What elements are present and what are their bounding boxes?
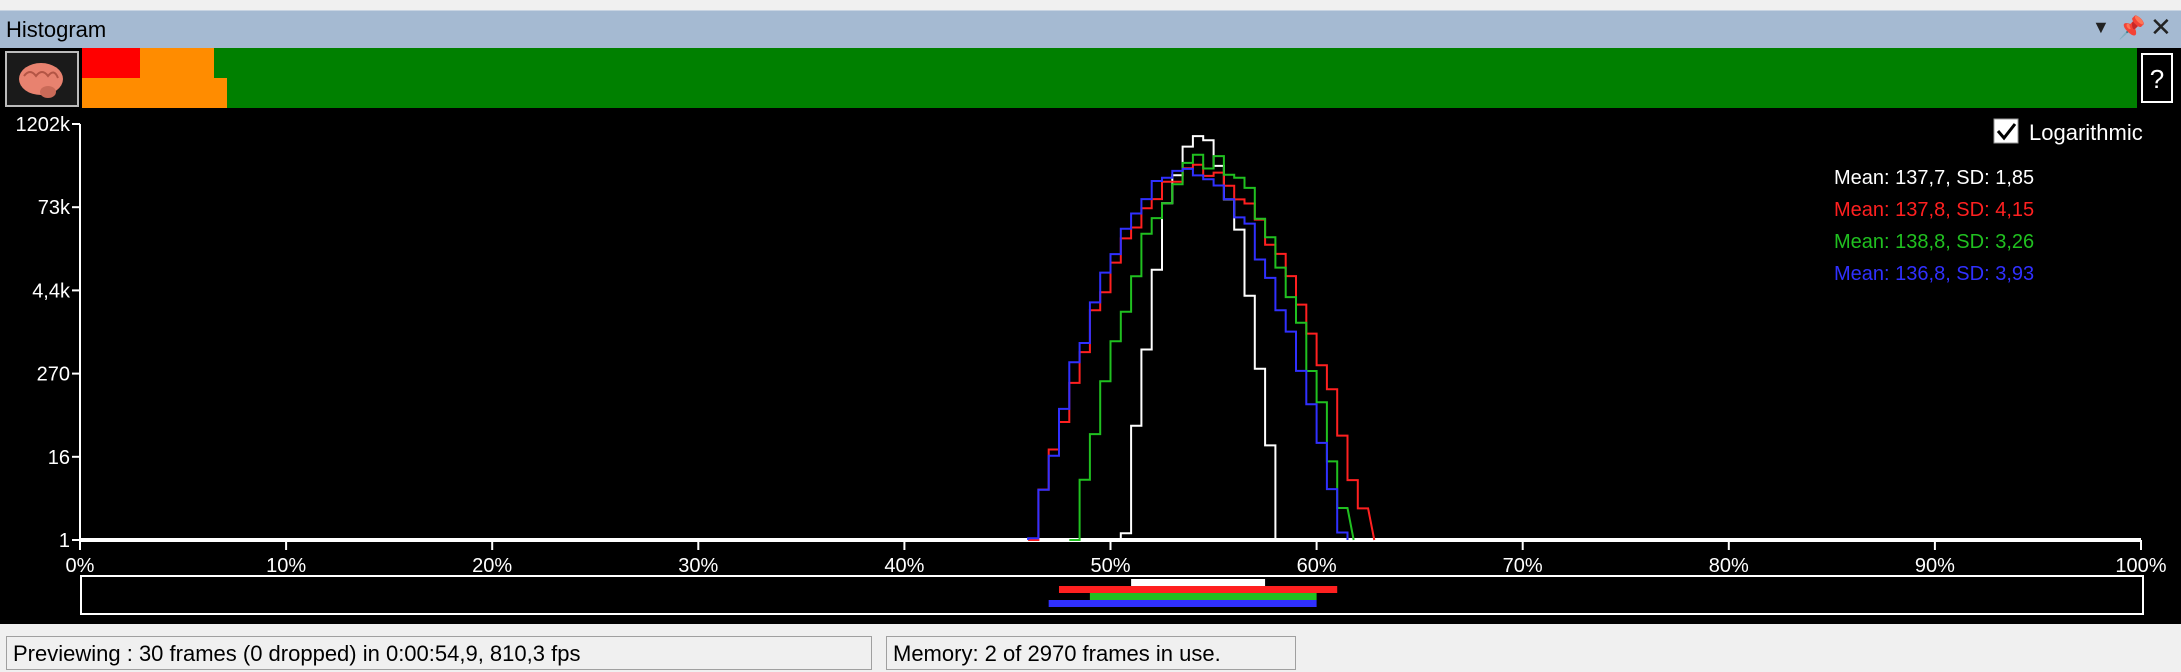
x-tick-label: 20% [472,555,512,577]
brain-icon[interactable] [5,51,79,107]
pin-icon[interactable]: 📌 [2118,15,2145,41]
x-tick-label: 10% [266,555,306,577]
y-tick-label: 16 [48,447,70,469]
x-tick-label: 0% [66,555,95,577]
logarithmic-label: Logarithmic [2029,120,2143,145]
histogram-series-0 [1119,135,1286,541]
range-box [80,575,2144,615]
help-button[interactable]: ? [2141,53,2173,103]
stat-line-3: Mean: 136,8, SD: 3,93 [1834,263,2034,285]
range-bar-1 [1058,586,1338,593]
status-preview: Previewing : 30 frames (0 dropped) in 0:… [6,636,872,670]
x-tick-label: 60% [1297,555,1337,577]
x-tick-label: 40% [884,555,924,577]
brain-stem [40,86,56,98]
histogram-series-3 [1027,167,1349,540]
range-bar-2 [1089,593,1317,600]
x-tick-label: 90% [1915,555,1955,577]
stat-line-2: Mean: 138,8, SD: 3,26 [1834,231,2034,253]
x-tick-label: 30% [678,555,718,577]
y-tick-label: 73k [38,197,71,219]
status-memory: Memory: 2 of 2970 frames in use. [886,636,1296,670]
exposure-bar-green [82,48,2137,108]
stat-line-0: Mean: 137,7, SD: 1,85 [1834,167,2034,189]
logarithmic-checkbox[interactable]: Logarithmic [1993,118,2143,145]
y-tick-label: 4,4k [32,280,71,302]
x-tick-label: 50% [1090,555,1130,577]
dropdown-icon[interactable]: ▼ [2092,17,2110,38]
y-tick-label: 1 [59,530,70,552]
y-tick-label: 1202k [16,114,71,136]
stat-line-1: Mean: 137,8, SD: 4,15 [1834,199,2034,221]
exposure-bar-orange-low [82,78,227,108]
x-axis: 0% 10% 20% 30% 40% 50% 60% 70% 80% 90% 100% [66,538,2167,577]
x-tick-label: 100% [2115,555,2166,577]
histogram-series-2 [1069,153,1355,541]
y-axis: 1202k 73k 4,4k 270 16 1 [16,114,81,552]
x-tick-label: 80% [1709,555,1749,577]
exposure-bar-red [82,48,140,78]
histogram-svg: ? 1202k 73k 4,4k 270 16 1 0% 10% 20% 30% 40% 50% 60… [5,48,2173,615]
exposure-bar [82,48,2137,108]
histogram-panel: ? 1202k 73k 4,4k 270 16 1 0% 10% 20% 30% 40% 50% 60… [0,48,2181,624]
window-title: Histogram [6,17,107,42]
range-bar-0 [1131,579,1266,586]
x-tick-label: 70% [1503,555,1543,577]
stats-legend: Mean: 137,7, SD: 1,85 Mean: 137,8, SD: 4,… [1834,167,2034,285]
title-bar: Histogram ▼ 📌 ✕ [0,10,2181,49]
range-bar-3 [1048,600,1317,607]
close-icon[interactable]: ✕ [2150,12,2172,43]
help-button-label: ? [2150,64,2164,94]
y-tick-label: 270 [37,364,70,386]
